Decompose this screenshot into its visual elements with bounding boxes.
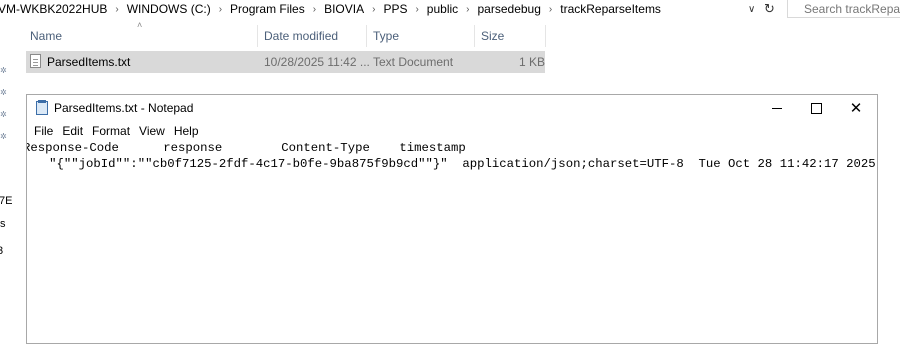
notepad-titlebar[interactable]: ParsedItems.txt - Notepad ✕ <box>27 95 877 121</box>
chevron-right-icon[interactable]: › <box>366 4 381 15</box>
refresh-icon[interactable]: ↻ <box>764 0 778 18</box>
address-history-dropdown-icon[interactable]: ∨ <box>748 0 762 18</box>
sort-ascending-icon: ˄ <box>137 20 143 30</box>
text-file-icon <box>30 54 41 68</box>
column-header-date-modified[interactable]: Date modified <box>264 25 338 47</box>
column-header-size[interactable]: Size <box>481 25 504 47</box>
column-divider[interactable] <box>257 25 258 47</box>
pin-icon[interactable]: ✲ <box>0 66 7 75</box>
notepad-window[interactable]: ParsedItems.txt - Notepad ✕ File Edit Fo… <box>26 94 878 344</box>
menu-format[interactable]: Format <box>92 124 135 138</box>
menu-view[interactable]: View <box>139 124 170 138</box>
breadcrumb-item[interactable]: parsedebug <box>476 2 543 16</box>
file-size: 1 KB <box>519 55 546 69</box>
chevron-right-icon[interactable]: › <box>109 4 124 15</box>
chevron-right-icon[interactable]: › <box>543 4 558 15</box>
menu-bar: File Edit Format View Help <box>27 122 208 140</box>
file-type: Text Document <box>373 55 454 69</box>
breadcrumb-item[interactable]: BIOVIA <box>322 2 366 16</box>
file-name[interactable]: ParsedItems.txt <box>47 51 130 73</box>
breadcrumb-item[interactable]: Program Files <box>228 2 307 16</box>
nav-item-fragment[interactable]: 3 <box>0 245 3 257</box>
chevron-right-icon[interactable]: › <box>409 4 424 15</box>
column-divider[interactable] <box>366 25 367 47</box>
column-divider[interactable] <box>474 25 475 47</box>
breadcrumb-item[interactable]: PPS <box>381 2 409 16</box>
chevron-right-icon[interactable]: › <box>307 4 322 15</box>
column-header-name[interactable]: Name <box>30 25 62 47</box>
search-input[interactable] <box>804 1 900 16</box>
search-box[interactable] <box>787 0 900 18</box>
address-bar[interactable]: VM-WKBK2022HUB › WINDOWS (C:) › Program … <box>0 0 781 18</box>
pin-icon[interactable]: ✲ <box>0 88 7 97</box>
close-button[interactable]: ✕ <box>833 95 879 121</box>
notepad-icon[interactable] <box>36 100 48 115</box>
menu-file[interactable]: File <box>34 124 58 138</box>
text-line-data: "{""jobId"":""cb0f7125-2fdf-4c17-b0fe-9b… <box>27 157 876 171</box>
file-date-modified: 10/28/2025 11:42 ... <box>264 55 370 69</box>
pin-icon[interactable]: ✲ <box>0 132 7 141</box>
breadcrumb-item[interactable]: trackReparseItems <box>558 2 663 16</box>
chevron-right-icon[interactable]: › <box>460 4 475 15</box>
menu-edit[interactable]: Edit <box>62 124 88 138</box>
pin-icon[interactable]: ✲ <box>0 110 7 119</box>
text-editor[interactable]: Response-Code response Content-Type time… <box>27 140 877 343</box>
text-line-header: Response-Code response Content-Type time… <box>27 141 466 155</box>
minimize-icon <box>772 107 782 109</box>
breadcrumb-item[interactable]: public <box>425 2 460 16</box>
maximize-icon <box>810 102 822 114</box>
window-title: ParsedItems.txt - Notepad <box>54 101 194 115</box>
column-header-type[interactable]: Type <box>373 25 399 47</box>
breadcrumb-item[interactable]: VM-WKBK2022HUB <box>0 2 109 16</box>
nav-item-fragment[interactable]: s <box>0 218 6 230</box>
menu-help[interactable]: Help <box>174 124 204 138</box>
column-divider[interactable] <box>545 25 546 47</box>
breadcrumb-item[interactable]: WINDOWS (C:) <box>125 2 213 16</box>
chevron-right-icon[interactable]: › <box>213 4 228 15</box>
nav-item-fragment[interactable]: 7E <box>0 195 12 207</box>
close-icon: ✕ <box>849 99 863 117</box>
